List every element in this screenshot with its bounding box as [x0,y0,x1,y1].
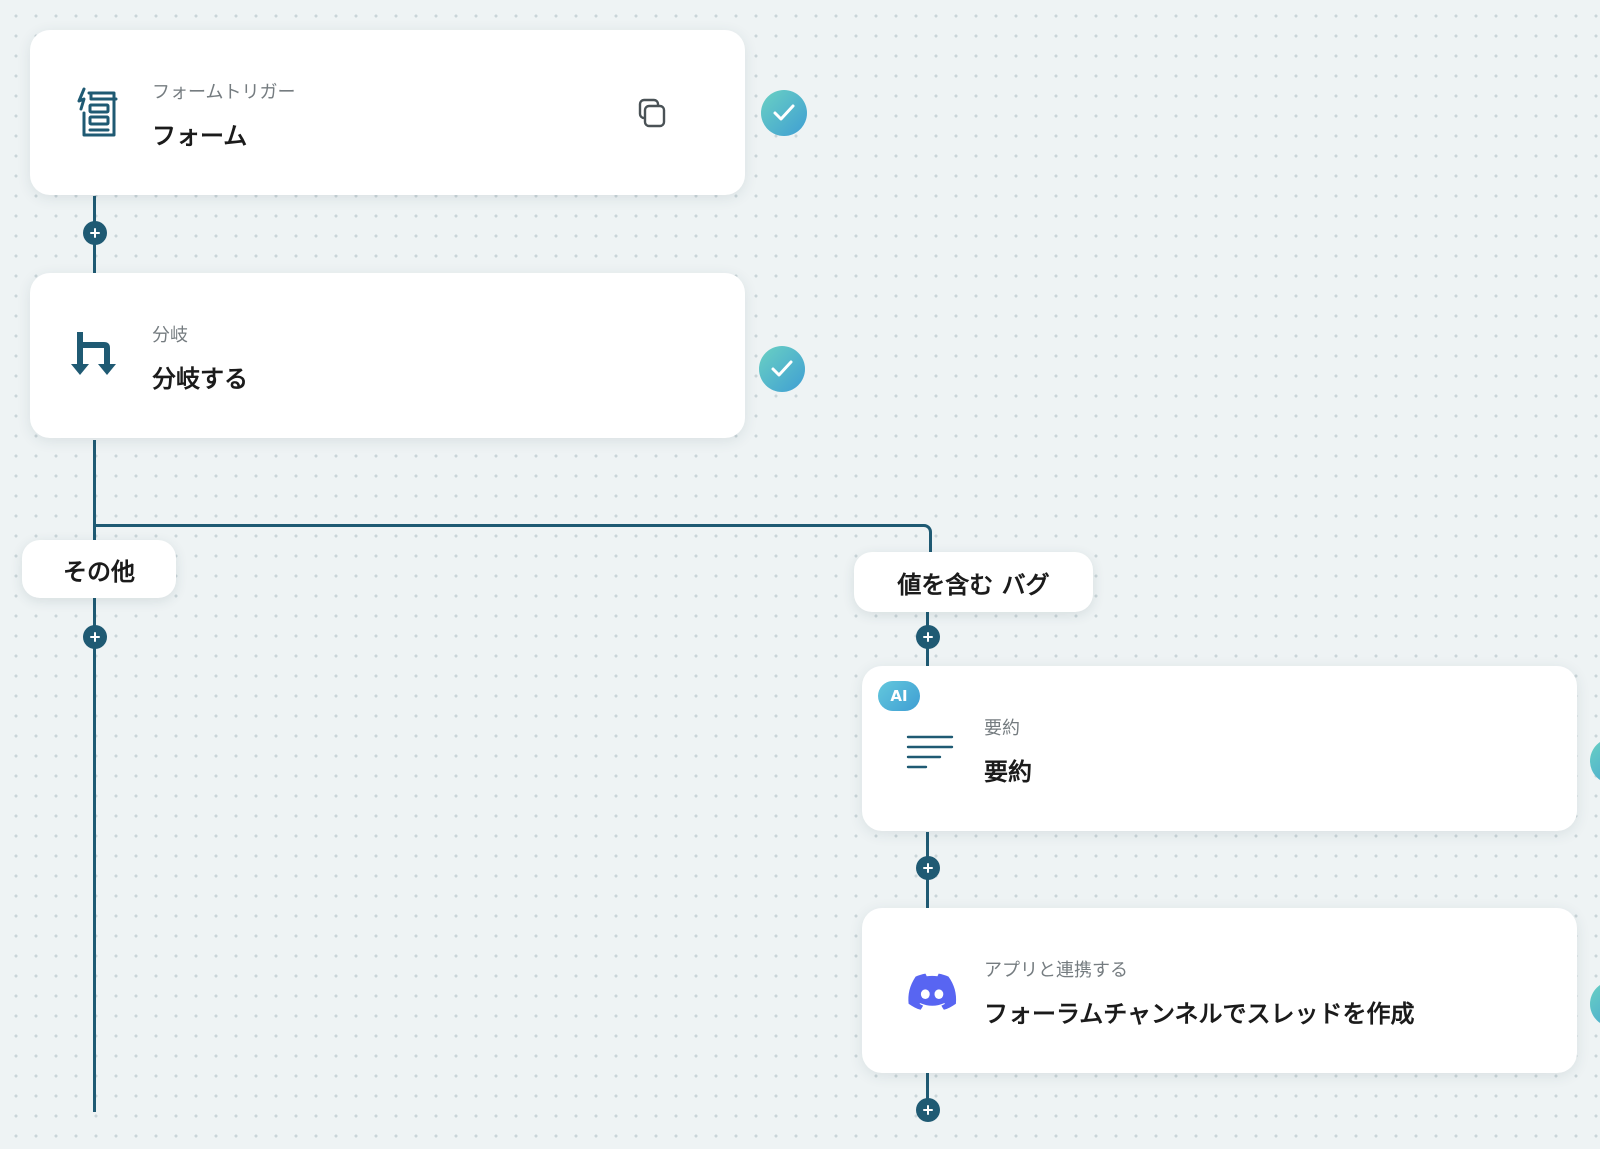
ai-badge: AI [878,681,920,711]
branch-label-other[interactable]: その他 [22,540,176,598]
summary-card[interactable]: AI 要約 要約 [862,666,1577,831]
branch-category: 分岐 [152,325,188,346]
branch-check-icon [759,346,805,392]
discord-action-card[interactable]: アプリと連携する フォーラムチャンネルでスレッドを作成 [862,908,1577,1073]
summary-title: 要約 [984,758,1032,786]
summary-category: 要約 [984,718,1020,739]
branch-icon [68,328,124,384]
add-step-button-other[interactable] [82,625,107,649]
discord-icon [904,963,960,1019]
add-step-button-summary[interactable] [915,856,940,880]
discord-status-icon [1590,981,1600,1027]
branch-title: 分岐する [152,365,248,393]
form-icon [70,85,126,141]
copy-icon[interactable] [634,96,670,132]
form-trigger-card[interactable]: フォームトリガー フォーム [30,30,745,195]
branch-label-condition[interactable]: 値を含む バグ [854,552,1093,612]
summary-status-icon [1590,738,1600,784]
connector-branch-split [93,524,932,554]
summary-lines-icon [902,721,958,777]
add-step-button-discord[interactable] [915,1098,940,1122]
add-step-button-condition[interactable] [915,625,940,649]
add-step-button[interactable] [82,221,107,245]
form-trigger-check-icon [761,90,807,136]
discord-action-category: アプリと連携する [984,960,1128,981]
form-trigger-title: フォーム [152,122,248,150]
form-trigger-category: フォームトリガー [152,82,296,103]
branch-card[interactable]: 分岐 分岐する [30,273,745,438]
discord-action-title: フォーラムチャンネルでスレッドを作成 [984,1000,1415,1028]
